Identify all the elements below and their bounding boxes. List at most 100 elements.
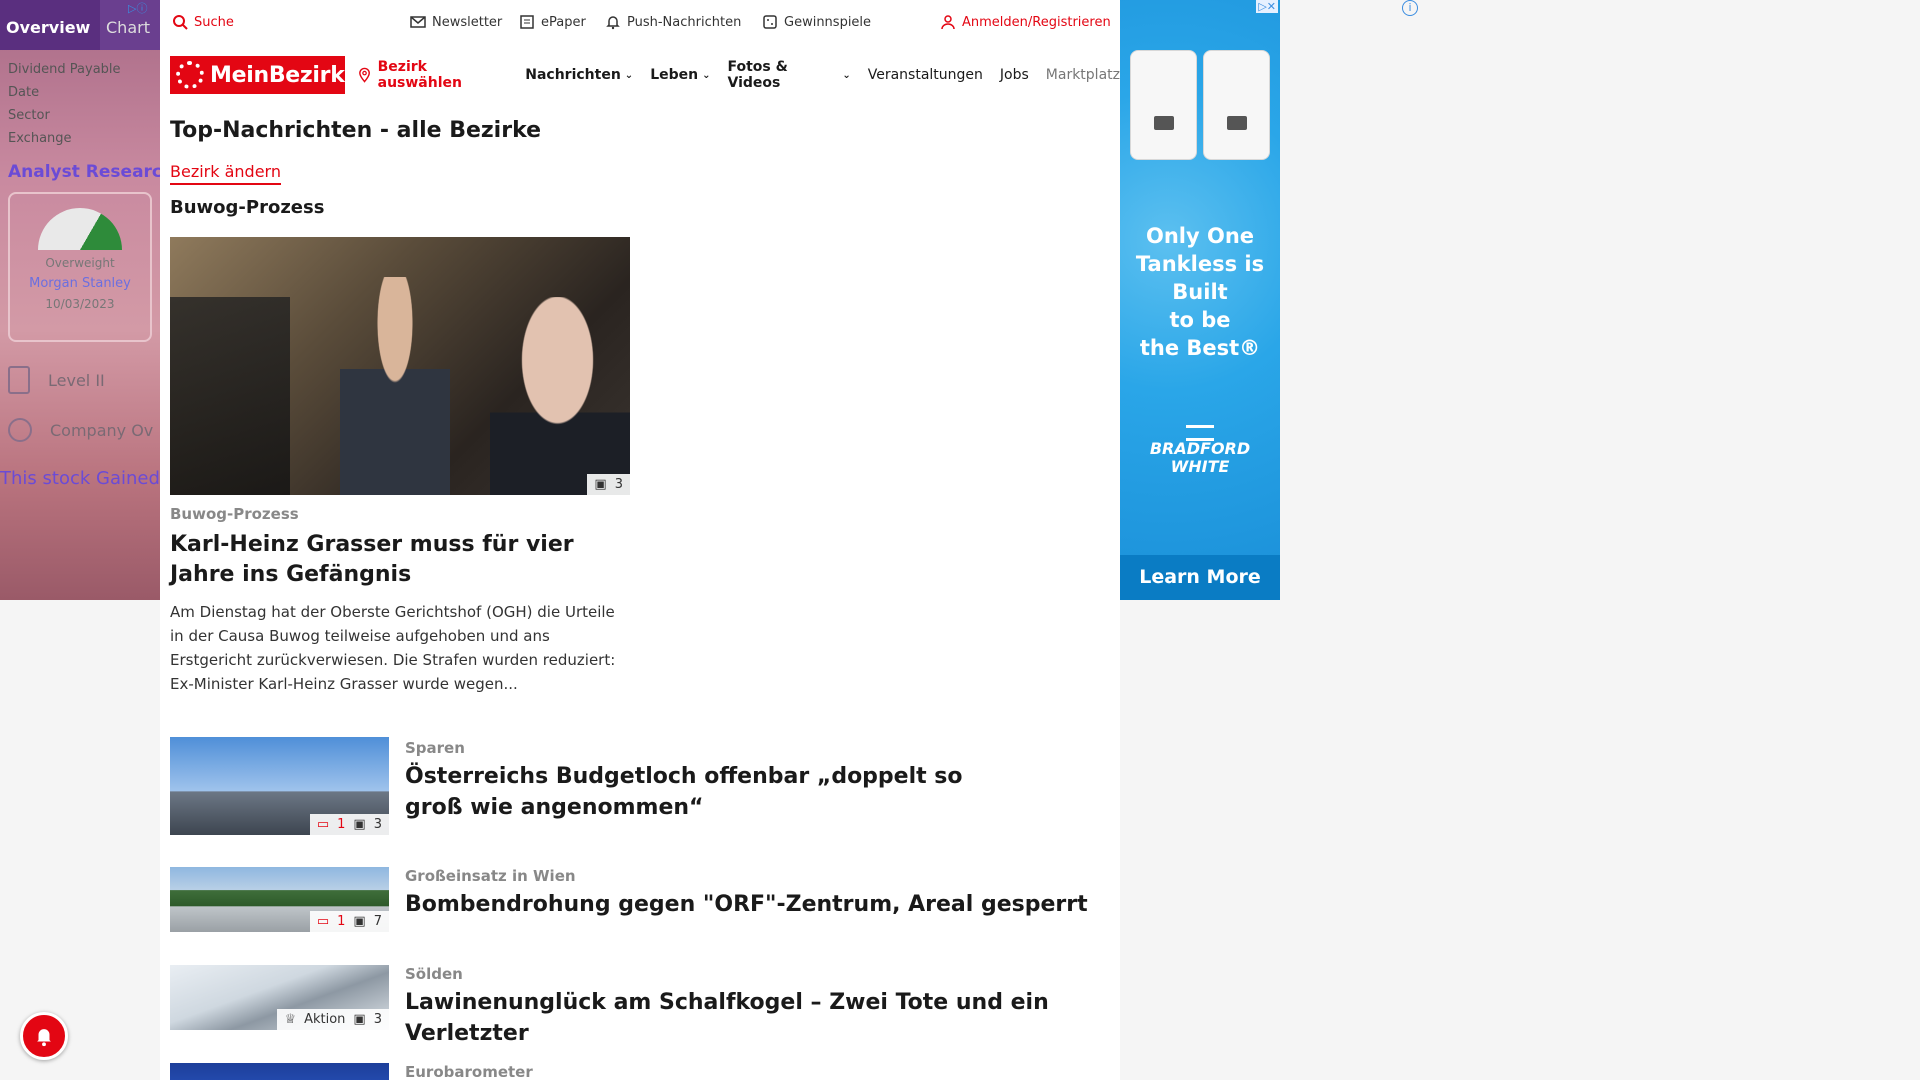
nav-item-label: Nachrichten	[525, 67, 621, 83]
left-advertisement[interactable]: Overview Chart ▷ⓘ Dividend Payable Date …	[0, 0, 160, 600]
article-kicker: Großeinsatz in Wien	[405, 867, 576, 885]
photo-count: 3	[614, 477, 623, 492]
newsletter-link[interactable]: Newsletter	[410, 14, 502, 30]
chevron-down-icon: ⌄	[842, 69, 851, 81]
newsletter-label: Newsletter	[432, 14, 503, 30]
trophy-icon: ♕	[284, 1012, 297, 1027]
ad-line: Dividend Payable Date	[8, 62, 121, 100]
ad-lines: Dividend Payable Date Sector Exchange	[0, 50, 160, 150]
nav-item-jobs[interactable]: Jobs	[1000, 67, 1029, 83]
ad-headline-line: the Best®	[1139, 336, 1261, 360]
comment-count: 1	[337, 817, 346, 832]
search-label: Suche	[194, 14, 234, 30]
top-bar: Suche Newsletter ePaper Push-Nachrichten…	[160, 0, 1120, 45]
district-select[interactable]: Bezirk auswählen	[357, 59, 509, 91]
water-heater-shape	[1130, 50, 1197, 160]
info-circle-icon	[8, 418, 32, 442]
bell-icon	[606, 16, 620, 30]
newspaper-icon	[520, 15, 534, 29]
nav-item-label: Leben	[650, 67, 699, 83]
location-pin-icon	[358, 67, 370, 83]
games-label: Gewinnspiele	[784, 14, 872, 30]
ad-row-company[interactable]: Company Ov	[0, 394, 160, 442]
search-link[interactable]: Suche	[172, 14, 234, 30]
main-nav: MeinBezirk Bezirk auswählen Nachrichten ⌄…	[170, 55, 1120, 95]
ad-row-level2[interactable]: Level II	[0, 342, 160, 394]
ad-brand-line: WHITE	[1170, 457, 1230, 476]
nav-item-market[interactable]: Marktplatz	[1046, 67, 1120, 83]
ad-rating: Overweight	[45, 256, 115, 270]
article-thumbnail[interactable]: ▭ 1 ▣ 7	[170, 867, 389, 932]
article-badge: ▭ 1 ▣ 7	[309, 911, 389, 932]
topic-title: Buwog-Prozess	[170, 197, 325, 218]
lead-teaser: Am Dienstag hat der Oberste Gerichtshof …	[170, 603, 616, 693]
article-thumbnail[interactable]	[170, 1063, 389, 1080]
document-icon	[8, 366, 30, 394]
ad-headline-line: Tankless is	[1135, 252, 1265, 276]
article-headline[interactable]: Bombendrohung gegen "ORF"-Zentrum, Areal…	[405, 889, 1088, 920]
adchoices-icon[interactable]: ▷✕	[1256, 0, 1278, 13]
ad-row-label: Level II	[48, 370, 105, 390]
district-select-label: Bezirk auswählen	[377, 59, 462, 91]
nav-item-events[interactable]: Veranstaltungen	[868, 67, 983, 83]
photo-count: 3	[373, 817, 382, 832]
ad-line: Sector	[8, 108, 50, 123]
site-logo[interactable]: MeinBezirk	[170, 56, 345, 94]
photo-count-badge: ▣ 3	[587, 474, 630, 495]
comment-icon: ▭	[316, 817, 330, 832]
nav-item-life[interactable]: Leben ⌄	[650, 67, 710, 83]
games-link[interactable]: Gewinnspiele	[762, 14, 871, 30]
article-thumbnail[interactable]: ▭ 1 ▣ 3	[170, 737, 389, 835]
right-advertisement[interactable]: ▷✕ Only One Tankless is Built to be the …	[1120, 0, 1280, 600]
gauge-icon	[38, 208, 122, 250]
ad-line: Exchange	[8, 131, 72, 146]
ad-row-label: Company Ov	[50, 420, 154, 440]
ad-date: 10/03/2023	[45, 297, 115, 311]
article-kicker: Eurobarometer	[405, 1063, 533, 1080]
change-district-link[interactable]: Bezirk ändern	[170, 162, 281, 185]
article-item[interactable]: ♕ Aktion ▣ 3 Sölden Lawinenunglück am Sc…	[170, 965, 1110, 1049]
ad-analyst-title: Analyst Research	[8, 162, 160, 182]
learn-more-button[interactable]: Learn More	[1120, 555, 1280, 600]
action-label: Aktion	[304, 1012, 346, 1027]
nav-item-label: Fotos & Videos	[727, 59, 788, 91]
article-badge: ▭ 1 ▣ 3	[309, 814, 389, 835]
epaper-link[interactable]: ePaper	[519, 14, 586, 30]
lead-headline[interactable]: Karl-Heinz Grasser muss für vier Jahre i…	[170, 530, 630, 590]
article-text: Sparen Österreichs Budgetloch offenbar „…	[405, 737, 1025, 835]
image-shape	[340, 277, 450, 495]
article-headline[interactable]: Lawinenunglück am Schalfkogel – Zwei Tot…	[405, 987, 1110, 1049]
notification-bell-button[interactable]	[20, 1012, 68, 1060]
lead-kicker: Buwog-Prozess	[170, 505, 299, 523]
push-link[interactable]: Push-Nachrichten	[605, 14, 741, 30]
nav-item-news[interactable]: Nachrichten ⌄	[525, 67, 633, 83]
logo-icon	[176, 61, 204, 89]
adchoices-icon[interactable]: ▷ⓘ	[128, 0, 147, 16]
ad-tab-overview[interactable]: Overview	[0, 0, 100, 50]
ad-info-icon[interactable]: i	[1402, 0, 1418, 16]
ad-bottom-text: This stock Gained 1	[0, 468, 160, 489]
article-text: Großeinsatz in Wien Bombendrohung gegen …	[405, 867, 1088, 932]
article-headline[interactable]: Österreichs Budgetloch offenbar „doppelt…	[405, 761, 1025, 823]
nav-item-media[interactable]: Fotos & Videos ⌄	[727, 59, 850, 91]
article-text: Sölden Lawinenunglück am Schalfkogel – Z…	[405, 965, 1110, 1049]
mail-icon	[410, 16, 426, 28]
lead-article-image[interactable]: ▣ 3	[170, 237, 630, 495]
article-kicker: Sölden	[405, 965, 463, 983]
ad-headline-line: Only One	[1145, 224, 1255, 248]
article-item[interactable]: ▭ 1 ▣ 3 Sparen Österreichs Budgetloch of…	[170, 737, 1110, 835]
article-item[interactable]: ▭ 1 ▣ 7 Großeinsatz in Wien Bombendrohun…	[170, 867, 1110, 932]
ad-headline: Only One Tankless is Built to be the Bes…	[1120, 222, 1280, 362]
main-content: Suche Newsletter ePaper Push-Nachrichten…	[160, 0, 1120, 1080]
article-item[interactable]: Eurobarometer	[170, 1063, 1110, 1080]
dice-icon	[763, 15, 777, 29]
ad-brand: BRADFORD WHITE	[1120, 440, 1280, 476]
photo-count: 7	[373, 914, 382, 929]
push-label: Push-Nachrichten	[627, 14, 742, 30]
comment-count: 1	[337, 914, 346, 929]
image-shape	[170, 297, 290, 495]
article-kicker: Sparen	[405, 739, 465, 757]
article-thumbnail[interactable]: ♕ Aktion ▣ 3	[170, 965, 389, 1030]
login-link[interactable]: Anmelden/Registrieren	[940, 14, 1111, 30]
gallery-icon: ▣	[353, 817, 366, 832]
